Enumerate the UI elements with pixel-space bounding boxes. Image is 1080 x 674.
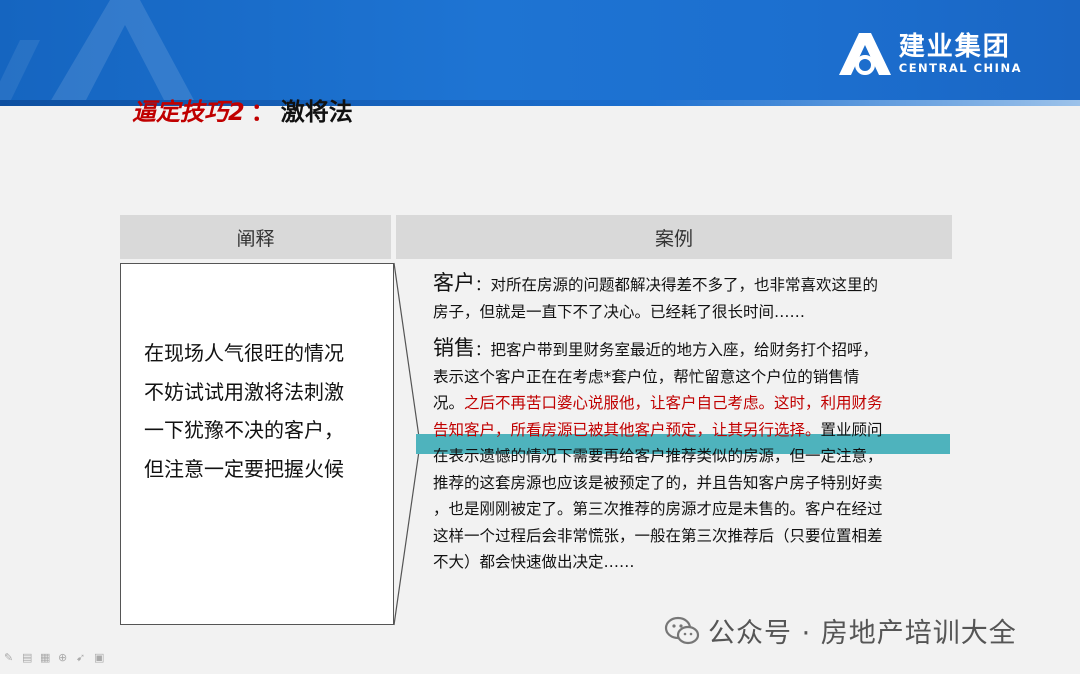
header-band: 建业集团 CENTRAL CHINA — [0, 0, 1080, 102]
explanation-line: 在现场人气很旺的情况 — [144, 341, 344, 365]
sales-line: 况。之后不再苦口婆心说服他，让客户自己考虑。这时，利用财务 — [433, 394, 883, 412]
slide-title-part1: 逼定技巧2 — [132, 98, 245, 126]
sales-line: 这样一个过程后会非常慌张，一般在第三次推荐后（只要位置相差 — [433, 526, 883, 545]
header-decoration-icon — [0, 0, 195, 102]
slide-title-separator: ： — [250, 98, 275, 126]
grid-icon[interactable]: ▦ — [40, 652, 54, 664]
customer-line: 房子，但就是一直下不了决心。已经耗了很长时间…… — [433, 302, 806, 321]
zoom-icon[interactable]: ⊕ — [58, 652, 72, 664]
sales-line: 销售：把客户带到里财务室最近的地方入座，给财务打个招呼， — [433, 336, 879, 360]
sales-line: 表示这个客户正在在考虑*套户位，帮忙留意这个户位的销售情 — [433, 367, 860, 386]
column-header-case: 案例 — [396, 215, 952, 259]
customer-line: 客户：对所在房源的问题都解决得差不多了，也非常喜欢这里的 — [433, 271, 879, 295]
pointer-icon[interactable]: ➹ — [76, 652, 90, 664]
wechat-icon — [664, 616, 700, 644]
brand-logo: 建业集团 CENTRAL CHINA — [837, 30, 1022, 78]
sales-emphasis: 告知客户，所看房源已被其他客户预定，让其另行选择。 — [433, 420, 821, 439]
brand-name-cn: 建业集团 — [898, 32, 1011, 62]
sales-line: 推荐的这套房源也应该是被预定了的，并且告知客户房子特别好卖 — [433, 473, 883, 492]
explanation-line: 一下犹豫不决的客户， — [144, 418, 344, 442]
sales-line: 在表示遗憾的情况下需要再给客户推荐类似的房源，但一定注意， — [433, 447, 883, 465]
watermark-text: 公众号 · 房地产培训大全 — [708, 618, 1017, 649]
slides-icon[interactable]: ▤ — [22, 652, 36, 664]
camera-icon[interactable]: ▣ — [94, 652, 108, 664]
sales-label: 销售 — [433, 336, 475, 360]
column-header-explanation: 阐释 — [120, 215, 391, 259]
case-text: 客户：对所在房源的问题都解决得差不多了，也非常喜欢这里的 房子，但就是一直下不了… — [433, 270, 953, 576]
pen-icon[interactable]: ✎ — [4, 652, 18, 664]
explanation-text: 在现场人气很旺的情况 不妨试试用激将法刺激 一下犹豫不决的客户， 但注意一定要把… — [144, 334, 384, 488]
customer-label: 客户 — [433, 271, 475, 295]
presentation-toolbar[interactable]: ✎ ▤ ▦ ⊕ ➹ ▣ — [4, 652, 108, 664]
slide-title-part2: 激将法 — [280, 98, 353, 126]
explanation-line: 不妨试试用激将法刺激 — [144, 379, 344, 404]
watermark: 公众号 · 房地产培训大全 — [664, 611, 1017, 650]
explanation-line: 但注意一定要把握火候 — [144, 456, 344, 481]
sales-line: ，也是刚刚被定了。第三次推荐的房源才应是未售的。客户在经过 — [433, 500, 883, 518]
central-china-logo-icon — [838, 33, 891, 75]
sales-emphasis: 之后不再苦口婆心说服他，让客户自己考虑。这时，利用财务 — [464, 394, 883, 412]
slide-title: 逼定技巧2：激将法 — [132, 92, 353, 127]
sales-line: 告知客户，所看房源已被其他客户预定，让其另行选择。置业顾问 — [433, 420, 883, 439]
brand-name-en: CENTRAL CHINA — [898, 61, 1022, 75]
sales-line: 不大）都会快速做出决定…… — [433, 553, 635, 571]
